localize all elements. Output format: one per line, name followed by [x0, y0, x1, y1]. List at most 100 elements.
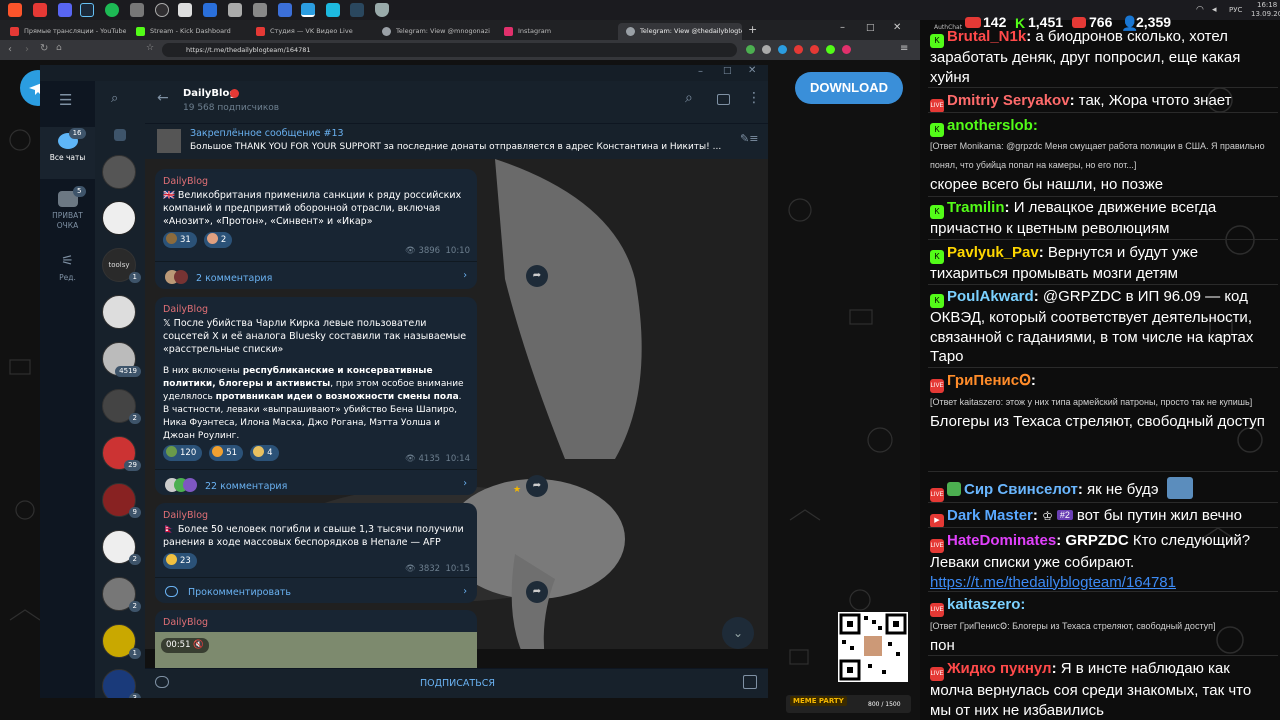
chat-username[interactable]: Dmitriy Seryakov: [947, 92, 1070, 109]
chat-username[interactable]: anotherslob: [947, 117, 1033, 134]
back-icon[interactable]: ‹: [8, 44, 12, 55]
subscribe-button[interactable]: ПОДПИСАТЬСЯ: [420, 678, 495, 689]
comment-link[interactable]: Прокомментировать ›: [155, 577, 477, 603]
reaction-chip[interactable]: 4: [250, 445, 279, 461]
chat-link[interactable]: https://t.me/thedailyblogteam/164781: [930, 573, 1272, 593]
app-taskbar-icon[interactable]: [253, 3, 267, 17]
forward-icon[interactable]: ›: [25, 44, 29, 55]
scroll-down-button[interactable]: ⌄: [722, 617, 754, 649]
chat-username[interactable]: HateDominates: [947, 532, 1056, 549]
app-taskbar-icon[interactable]: [130, 3, 144, 17]
chat-avatar[interactable]: 2: [102, 530, 141, 565]
reaction-chip[interactable]: 23: [163, 553, 197, 569]
reaction-chip[interactable]: 2: [203, 232, 233, 248]
chat-avatar[interactable]: 2: [102, 577, 141, 612]
chat-avatar[interactable]: 1: [102, 624, 141, 659]
saved-messages-icon[interactable]: [114, 129, 126, 141]
chat-username[interactable]: ГриПенисꙨ: [947, 372, 1031, 389]
back-arrow-icon[interactable]: ←: [157, 90, 169, 106]
sidebar-toggle-icon[interactable]: [717, 94, 730, 105]
share-icon[interactable]: ➦: [526, 265, 548, 287]
chat-avatar[interactable]: 29: [102, 436, 141, 471]
reload-icon[interactable]: ↻: [40, 43, 48, 54]
brave-taskbar-icon[interactable]: [8, 3, 22, 17]
obs-taskbar-icon[interactable]: [155, 3, 169, 17]
address-bar[interactable]: https://t.me/thedailyblogteam/164781: [162, 43, 737, 57]
search-icon[interactable]: ⌕: [111, 91, 118, 106]
post-author[interactable]: DailyBlog: [163, 303, 469, 316]
new-tab-icon[interactable]: +: [748, 23, 757, 36]
share-icon[interactable]: ➦: [526, 581, 548, 603]
channel-post[interactable]: DailyBlog 🇬🇧 Великобритания применила са…: [155, 169, 477, 289]
home-icon[interactable]: ⌂: [56, 43, 62, 53]
browser-tab[interactable]: Студия — VK Видео Live: [248, 23, 373, 40]
post-author[interactable]: DailyBlog: [163, 509, 469, 522]
shield-taskbar-icon[interactable]: [375, 3, 389, 17]
extension-icon[interactable]: [826, 45, 835, 54]
browser-tab[interactable]: Telegram: View @mnogonazi: [374, 23, 496, 40]
comments-link[interactable]: 22 комментария ›: [155, 469, 477, 495]
download-button[interactable]: DOWNLOAD: [795, 72, 903, 104]
chat-username[interactable]: Жидко пукнул: [947, 660, 1052, 677]
comments-link[interactable]: 2 комментария ›: [155, 261, 477, 289]
steam-taskbar-icon[interactable]: [80, 3, 94, 17]
chat-avatar[interactable]: [102, 295, 136, 329]
more-vertical-icon[interactable]: ⋮: [747, 90, 761, 106]
chat-avatar[interactable]: [102, 201, 136, 235]
extension-icon[interactable]: [746, 45, 755, 54]
channel-name[interactable]: DailyBlog: [183, 88, 237, 99]
extension-icon[interactable]: [762, 45, 771, 54]
bookmark-icon[interactable]: ☆: [146, 43, 154, 53]
post-author[interactable]: DailyBlog: [163, 175, 469, 188]
channel-post[interactable]: DailyBlog 𝕏 После убийства Чарли Кирка л…: [155, 297, 477, 495]
chat-avatar[interactable]: toolsy 1: [102, 248, 141, 283]
lang-indicator[interactable]: РУС: [1229, 6, 1242, 14]
extension-icon[interactable]: [842, 45, 851, 54]
maximize-icon[interactable]: □: [866, 23, 875, 33]
reaction-chip[interactable]: 120: [163, 445, 203, 461]
close-icon[interactable]: ✕: [748, 65, 756, 76]
gift-icon[interactable]: [743, 675, 757, 689]
chat-username[interactable]: kaitaszero: [947, 596, 1020, 613]
extension-icon[interactable]: [810, 45, 819, 54]
steam-taskbar-icon[interactable]: [350, 3, 364, 17]
reaction-chip[interactable]: 51: [209, 445, 244, 461]
close-icon[interactable]: ✕: [893, 22, 901, 33]
reaction-chip[interactable]: 31: [163, 232, 197, 248]
app-taskbar-icon[interactable]: [228, 3, 242, 17]
chat-username[interactable]: Brutal_N1k: [947, 28, 1026, 45]
chat-username[interactable]: Tramilin: [947, 199, 1005, 216]
chat-username[interactable]: Сир Свинселот: [964, 481, 1078, 498]
chat-username[interactable]: Pavlyuk_Pav: [947, 244, 1039, 261]
youtube-taskbar-icon[interactable]: [33, 3, 47, 17]
app-taskbar-icon[interactable]: [326, 3, 340, 17]
browser-tab[interactable]: Stream - Kick Dashboard: [128, 23, 248, 40]
search-icon[interactable]: ⌕: [685, 90, 693, 106]
clock-time[interactable]: 16:18: [1257, 1, 1277, 9]
browser-tab[interactable]: Instagram: [496, 23, 616, 40]
channel-post[interactable]: DailyBlog 🇳🇵 Более 50 человек погибли и …: [155, 503, 477, 603]
chat-username[interactable]: PoulAkward: [947, 288, 1034, 305]
discord-taskbar-icon[interactable]: [58, 3, 72, 17]
browser-tab-active[interactable]: Telegram: View @thedailyblogte...: [618, 23, 742, 40]
telegram-taskbar-icon[interactable]: [301, 3, 315, 17]
pinned-list-icon[interactable]: ✎≡: [740, 132, 758, 145]
spotify-taskbar-icon[interactable]: [105, 3, 119, 17]
chat-avatar[interactable]: 3: [102, 669, 141, 698]
maximize-icon[interactable]: □: [723, 66, 732, 76]
minimize-icon[interactable]: –: [840, 22, 845, 33]
extension-icon[interactable]: [794, 45, 803, 54]
pinned-message-bar[interactable]: Закреплённое сообщение #13 Большое THANK…: [145, 123, 768, 159]
app-taskbar-icon[interactable]: [178, 3, 192, 17]
post-author[interactable]: DailyBlog: [155, 616, 477, 629]
app-taskbar-icon[interactable]: [278, 3, 292, 17]
folder-all-chats[interactable]: 16 Все чаты: [40, 127, 95, 179]
folder-edit[interactable]: ⚟ Ред.: [40, 247, 95, 287]
mute-icon[interactable]: 🔇: [193, 640, 204, 650]
folder-private[interactable]: 5 ПРИВАТ ОЧКА: [40, 185, 95, 241]
browser-tab[interactable]: Прямые трансляции - YouTube Studio: [2, 23, 126, 40]
app-taskbar-icon[interactable]: [203, 3, 217, 17]
minimize-icon[interactable]: –: [698, 66, 703, 77]
extension-icon[interactable]: [778, 45, 787, 54]
chat-avatar[interactable]: [102, 155, 136, 189]
